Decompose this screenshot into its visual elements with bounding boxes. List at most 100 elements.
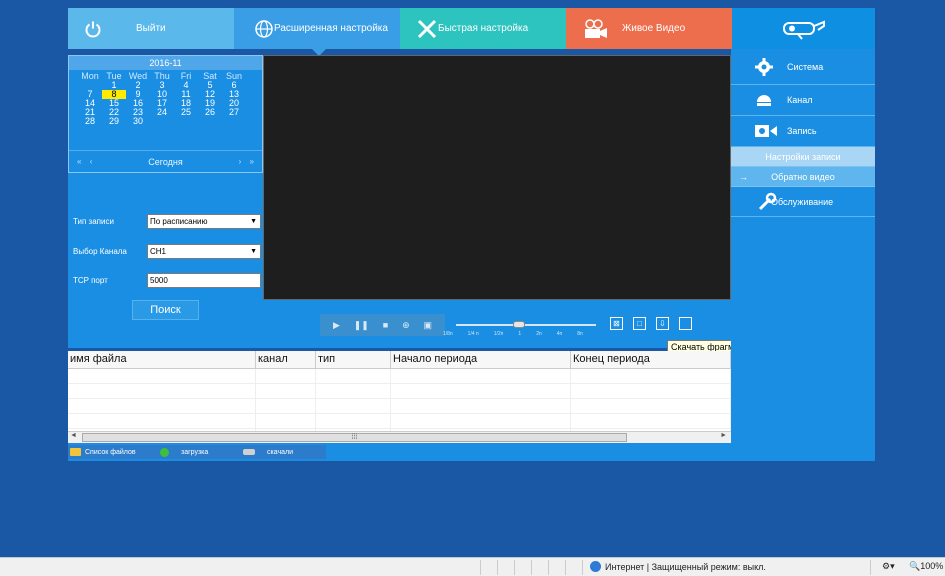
sidebar-system-label: Система — [787, 61, 824, 72]
record-camera-icon — [755, 125, 777, 137]
sidebar-item-maintenance[interactable]: Обслуживание — [731, 187, 875, 217]
calendar-empty — [150, 117, 174, 126]
zoom-level[interactable]: 🔍100% — [909, 561, 943, 572]
calendar-day[interactable]: 26 — [198, 108, 222, 117]
clip-icon[interactable]: ⊠ — [610, 317, 623, 330]
snapshot-icon[interactable]: ▣ — [424, 320, 433, 331]
play-icon[interactable]: ▶ — [333, 320, 340, 331]
table-cell — [391, 399, 571, 413]
sidebar-item-playback[interactable]: → Обратно видео — [731, 167, 875, 187]
live-video-tab[interactable]: Живое Видео — [566, 8, 732, 49]
fullscreen-icon[interactable]: □ — [633, 317, 646, 330]
table-cell — [68, 399, 256, 413]
window-icon[interactable] — [679, 317, 692, 330]
table-cell — [256, 414, 316, 428]
column-header[interactable]: Начало периода — [391, 351, 571, 368]
horizontal-scrollbar[interactable]: ◄ ⁞⁞⁞ ► — [68, 431, 731, 443]
table-cell — [256, 399, 316, 413]
video-player[interactable] — [263, 55, 731, 300]
next-month-button[interactable]: › — [239, 157, 242, 166]
column-header[interactable]: канал — [256, 351, 316, 368]
search-button[interactable]: Поиск — [132, 300, 199, 320]
exit-tab[interactable]: Выйти — [68, 8, 234, 49]
playback-bar: ▶ ❚❚ ■ ⊕ ▣ — [320, 314, 445, 336]
browser-status-bar: Интернет | Защищенный режим: выкл. ⚙▾ 🔍1… — [0, 557, 945, 576]
table-cell — [256, 384, 316, 398]
quick-setup-tab[interactable]: Быстрая настройка — [400, 8, 566, 49]
table-row[interactable] — [68, 384, 731, 399]
table-cell — [68, 414, 256, 428]
folder-icon — [70, 448, 81, 456]
speed-track[interactable] — [456, 324, 596, 326]
speed-label: 4п — [556, 331, 563, 337]
tools-icon — [417, 19, 437, 38]
sidebar-item-record[interactable]: Запись — [731, 116, 875, 147]
calendar-grid: Mon Tue Wed Thu Fri Sat Sun 1 2 3 4 5 6 7 8 9 10 11 12 13 14… — [69, 72, 262, 126]
sidebar-item-record-settings[interactable]: Настройки записи — [731, 147, 875, 167]
chevron-down-icon: ▼ — [250, 218, 257, 225]
channel-select[interactable]: CH1 ▼ — [147, 244, 261, 259]
column-header[interactable]: Конец периода — [571, 351, 731, 368]
column-header[interactable]: имя файла — [68, 351, 256, 368]
table-cell — [316, 384, 391, 398]
calendar-day[interactable]: 24 — [150, 108, 174, 117]
sidebar-record-label: Запись — [787, 126, 817, 136]
file-table: имя файла канал тип Начало периода Конец пер… — [68, 351, 731, 444]
table-cell — [391, 369, 571, 383]
calendar-empty — [174, 117, 198, 126]
calendar-day[interactable]: 30 — [126, 117, 150, 126]
table-cell — [571, 384, 731, 398]
table-cell — [391, 384, 571, 398]
calendar-month-title: 2016-11 — [69, 56, 262, 70]
sidebar-item-channel[interactable]: Канал — [731, 85, 875, 116]
scroll-right-icon[interactable]: ► — [720, 432, 727, 439]
table-cell — [571, 414, 731, 428]
download-fragment-icon[interactable]: ⇩ — [656, 317, 669, 330]
security-settings-icon[interactable]: ⚙▾ — [882, 561, 895, 572]
video-camera-icon — [585, 18, 607, 38]
prev-month-button[interactable]: ‹ — [90, 157, 93, 166]
speed-label: 2п — [536, 331, 542, 337]
today-button[interactable]: Сегодня — [148, 157, 183, 167]
power-icon — [85, 21, 101, 37]
scrollbar-thumb[interactable]: ⁞⁞⁞ — [82, 433, 627, 442]
prev-year-button[interactable]: « — [77, 157, 81, 166]
speed-label: 1/2п — [493, 331, 504, 337]
globe-icon — [255, 19, 273, 38]
speed-labels: 1/8п 1/4 п 1/2п 1 2п 4п 8п — [443, 331, 583, 337]
downloaded-tab[interactable]: скачали — [243, 445, 293, 459]
tcp-port-label: TCP порт — [73, 276, 108, 285]
weekday-header: Mon — [81, 71, 99, 81]
download-icon — [160, 447, 169, 457]
scroll-left-icon[interactable]: ◄ — [70, 432, 77, 439]
globe-icon — [590, 561, 601, 572]
pause-icon[interactable]: ❚❚ — [354, 320, 369, 331]
column-header[interactable]: тип — [316, 351, 391, 368]
zoom-icon[interactable]: ⊕ — [402, 320, 410, 331]
table-cell — [68, 369, 256, 383]
calendar-day[interactable]: 25 — [174, 108, 198, 117]
security-zone[interactable]: Интернет | Защищенный режим: выкл. — [590, 561, 766, 572]
table-row[interactable] — [68, 399, 731, 414]
channel-label: Выбор Канала — [73, 247, 127, 256]
sidebar: Система Канал Запись Настройки записи → … — [731, 49, 875, 461]
advanced-settings-tab[interactable]: Расширенная настройка — [234, 8, 400, 56]
record-type-select[interactable]: По расписанию ▼ — [147, 214, 261, 229]
calendar-day[interactable]: 28 — [78, 117, 102, 126]
table-cell — [256, 369, 316, 383]
next-year-button[interactable]: » — [250, 157, 254, 166]
dome-camera-icon — [757, 95, 771, 106]
download-tab[interactable]: загрузка — [160, 445, 208, 459]
speed-label: 1/4 п — [467, 331, 479, 337]
file-list-tab[interactable]: Список файлов — [70, 445, 136, 459]
sidebar-item-system[interactable]: Система — [731, 49, 875, 85]
table-row[interactable] — [68, 369, 731, 384]
calendar-day[interactable]: 29 — [102, 117, 126, 126]
table-row[interactable] — [68, 414, 731, 429]
table-cell — [316, 414, 391, 428]
speed-slider-handle[interactable] — [513, 321, 525, 328]
sidebar-channel-label: Канал — [787, 95, 813, 105]
tcp-port-input[interactable]: 5000 — [147, 273, 261, 288]
stop-icon[interactable]: ■ — [383, 320, 388, 330]
calendar-day[interactable]: 27 — [222, 108, 246, 117]
